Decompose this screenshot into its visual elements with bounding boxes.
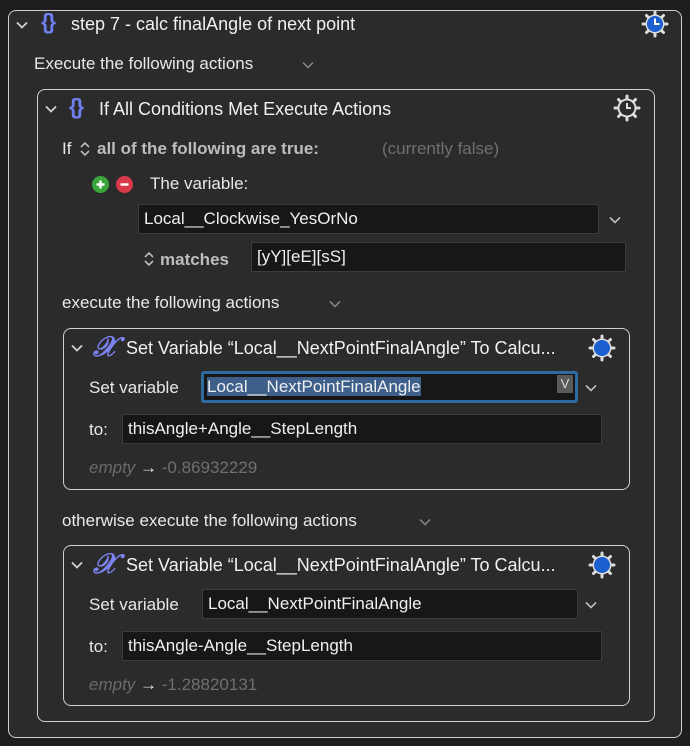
minus-icon[interactable] bbox=[116, 176, 133, 193]
else-section-chevron[interactable] bbox=[417, 514, 433, 530]
condition-variable-label: The variable: bbox=[150, 174, 249, 193]
else-expression-field[interactable]: thisAngle-Angle__StepLength bbox=[122, 631, 602, 661]
else-preview: empty → -1.28820131 bbox=[89, 675, 257, 695]
variable-x-icon: 𝒳 bbox=[93, 547, 118, 580]
then-preview-value: -0.86932229 bbox=[161, 458, 258, 477]
braces-icon: {} bbox=[41, 9, 56, 34]
then-preview-from: empty bbox=[89, 458, 136, 477]
if-title[interactable]: If All Conditions Met Execute Actions bbox=[99, 99, 391, 120]
outer-section-label: Execute the following actions bbox=[34, 54, 254, 73]
else-set-variable-label: Set variable bbox=[89, 595, 179, 614]
condition-mode-stepper-icon[interactable] bbox=[79, 140, 91, 158]
else-to-label: to: bbox=[89, 637, 108, 656]
gear-enabled-icon[interactable] bbox=[588, 551, 616, 579]
then-variable-selected-text: Local__NextPointFinalAngle bbox=[207, 377, 421, 396]
else-variable-field[interactable]: Local__NextPointFinalAngle bbox=[202, 589, 578, 619]
else-section-label: otherwise execute the following actions bbox=[62, 511, 357, 530]
arrow-icon: → bbox=[140, 458, 158, 477]
gear-clock-icon[interactable] bbox=[613, 94, 641, 122]
then-set-variable-label: Set variable bbox=[89, 378, 179, 397]
then-to-label: to: bbox=[89, 420, 108, 439]
outer-title[interactable]: step 7 - calc finalAngle of next point bbox=[71, 14, 355, 35]
then-collapse-chevron[interactable] bbox=[69, 340, 85, 356]
then-expression-field[interactable]: thisAngle+Angle__StepLength bbox=[122, 414, 602, 444]
gear-clock-icon[interactable] bbox=[641, 10, 669, 38]
else-variable-dropdown[interactable] bbox=[583, 597, 599, 613]
plus-icon[interactable] bbox=[92, 176, 109, 193]
then-section-chevron[interactable] bbox=[327, 296, 343, 312]
if-label: If bbox=[62, 139, 72, 158]
operator-stepper-icon[interactable] bbox=[143, 250, 155, 268]
condition-mode-select[interactable]: all of the following are true: bbox=[97, 139, 319, 159]
gear-enabled-icon[interactable] bbox=[588, 334, 616, 362]
else-preview-from: empty bbox=[89, 675, 136, 694]
arrow-icon: → bbox=[140, 675, 158, 694]
condition-status: (currently false) bbox=[382, 139, 500, 158]
condition-variable-dropdown[interactable] bbox=[607, 212, 623, 228]
then-section-label: execute the following actions bbox=[62, 293, 280, 312]
outer-section-chevron[interactable] bbox=[300, 57, 316, 73]
then-preview: empty → -0.86932229 bbox=[89, 458, 257, 478]
else-collapse-chevron[interactable] bbox=[69, 557, 85, 573]
variable-badge-button[interactable]: V bbox=[557, 375, 573, 393]
braces-icon: {} bbox=[69, 94, 84, 119]
outer-collapse-chevron[interactable] bbox=[14, 17, 30, 33]
operator-select[interactable]: matches bbox=[160, 250, 229, 270]
condition-variable-field[interactable]: Local__Clockwise_YesOrNo bbox=[138, 204, 599, 234]
then-action-title[interactable]: Set Variable “Local__NextPointFinalAngle… bbox=[126, 338, 556, 359]
then-variable-dropdown[interactable] bbox=[583, 380, 599, 396]
variable-x-icon: 𝒳 bbox=[93, 330, 118, 363]
else-action-title[interactable]: Set Variable “Local__NextPointFinalAngle… bbox=[126, 555, 556, 576]
condition-value-field[interactable]: [yY][eE][sS] bbox=[251, 242, 626, 272]
then-variable-field[interactable]: Local__NextPointFinalAngle bbox=[201, 371, 578, 403]
else-preview-value: -1.28820131 bbox=[161, 675, 258, 694]
if-collapse-chevron[interactable] bbox=[43, 101, 59, 117]
